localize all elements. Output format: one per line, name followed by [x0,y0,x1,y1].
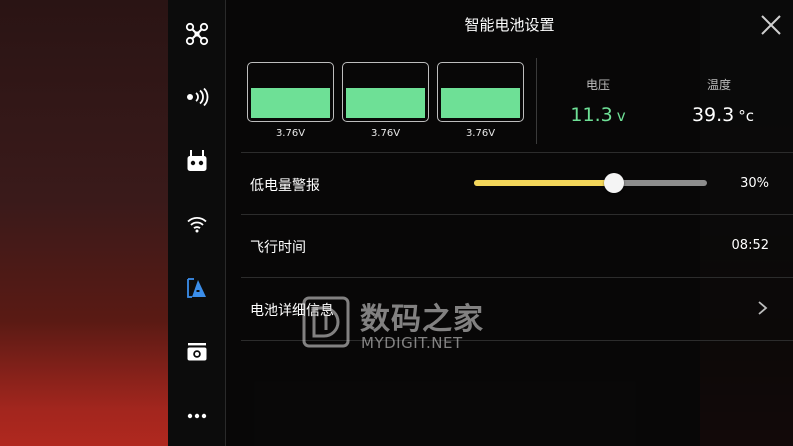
divider [241,277,793,278]
close-icon[interactable] [760,14,782,36]
slider-thumb[interactable] [604,173,624,193]
chevron-right-icon[interactable] [756,300,770,316]
temperature-value: 39.3 °c [668,104,778,126]
battery-cell-2-voltage: 3.76V [370,128,401,139]
voltage-number: 11.3 [570,104,613,126]
low-battery-warning-label: 低电量警报 [250,178,320,194]
sidebar-item-aircraft[interactable] [168,17,225,51]
sidebar [168,0,226,446]
watermark-logo-icon [302,296,350,348]
battery-cell-1-voltage: 3.76V [275,128,306,139]
battery-cell-2 [342,62,429,122]
divider [241,214,793,215]
sidebar-item-more[interactable] [168,399,225,433]
voltage-value: 11.3 v [543,104,653,126]
flight-time-value: 08:52 [731,238,769,253]
battery-cell-3-voltage: 3.76V [465,128,496,139]
watermark-english: MYDIGIT.NET [361,334,463,352]
low-battery-warning-slider[interactable] [474,173,707,193]
sidebar-item-battery-settings[interactable] [168,271,225,305]
battery-cell-1 [247,62,334,122]
aircraft-icon [185,22,208,46]
divider [241,152,793,153]
temperature-unit: °c [738,107,755,125]
battery-cell-3-fill [441,88,520,118]
watermark-chinese: 数码之家 [360,302,484,337]
sidebar-item-remote-controller[interactable] [168,144,225,178]
sidebar-item-wifi[interactable] [168,207,225,241]
sidebar-item-camera[interactable] [168,335,225,369]
slider-fill [474,180,614,186]
battery-cell-1-fill [251,88,330,118]
voltage-unit: v [616,107,626,125]
battery-cell-2-fill [346,88,425,118]
temperature-number: 39.3 [691,104,735,126]
voltage-label: 电压 [585,78,610,92]
more-icon [187,413,206,419]
battery-cell-3 [437,62,524,122]
remote-controller-icon [187,150,206,171]
battery-settings-icon [186,278,206,298]
battery-settings-panel: 智能电池设置 3.76V 3.76V 3.76V 电压 11.3 v 温度 39.… [226,0,793,446]
page-title: 智能电池设置 [464,16,555,34]
sidebar-item-signal[interactable] [168,80,225,114]
watermark: 数码之家 MYDIGIT.NET [300,292,500,356]
flight-time-label: 飞行时间 [250,240,306,256]
low-battery-warning-value: 30% [740,176,769,191]
temperature-label: 温度 [706,78,731,92]
signal-icon [186,87,208,107]
background-left [0,0,168,446]
stats-divider [536,58,537,144]
wifi-icon [186,217,207,233]
camera-icon [187,343,206,361]
